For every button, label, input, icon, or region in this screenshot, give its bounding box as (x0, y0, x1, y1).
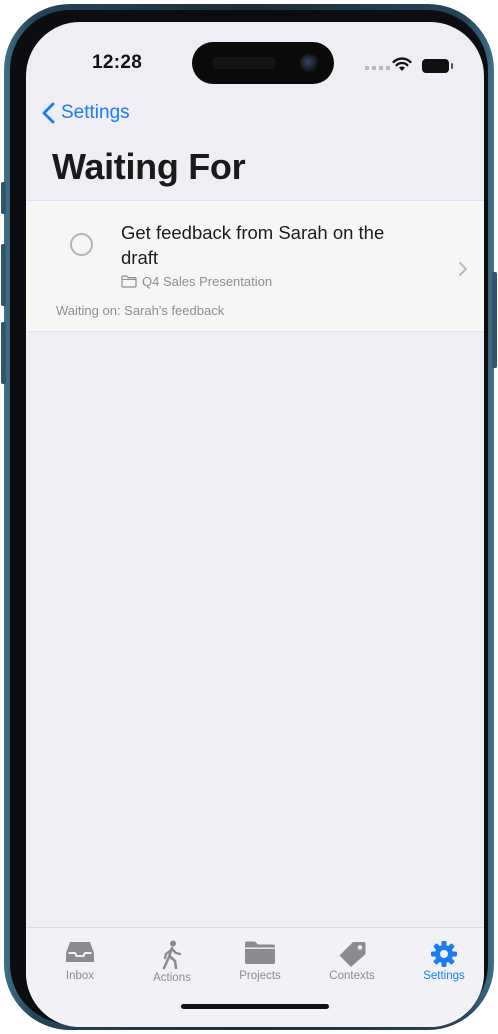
back-button[interactable]: Settings (42, 102, 130, 124)
dynamic-island (192, 42, 334, 84)
cellular-signal-icon (365, 66, 390, 70)
tab-inbox[interactable]: Inbox (40, 940, 120, 982)
task-row[interactable]: Get feedback from Sarah on the draft Q4 … (26, 200, 484, 332)
tab-bar: Inbox Actions Projects Contexts Settings (26, 927, 484, 1027)
tab-projects[interactable]: Projects (220, 940, 300, 982)
tab-settings[interactable]: Settings (404, 940, 484, 982)
chevron-right-icon (459, 262, 467, 276)
task-title: Get feedback from Sarah on the draft (121, 222, 385, 268)
task-project-label: Q4 Sales Presentation (142, 274, 273, 289)
inbox-tray-icon (66, 942, 94, 962)
phone-frame: 12:28 Settings Waiting For Get feedback … (1, 4, 497, 1030)
battery-icon (422, 59, 453, 73)
tab-inbox-label: Inbox (65, 970, 95, 982)
power-button (492, 272, 497, 368)
sensor-pill (212, 57, 276, 69)
status-time: 12:28 (92, 52, 143, 73)
task-project: Q4 Sales Presentation (121, 274, 272, 289)
volume-down-button (1, 322, 6, 384)
page-title: Waiting For (52, 146, 246, 187)
bezel: 12:28 Settings Waiting For Get feedback … (10, 10, 488, 1027)
home-indicator (181, 1004, 329, 1009)
tab-actions[interactable]: Actions (132, 940, 212, 984)
tag-icon (339, 942, 366, 967)
back-button-label: Settings (61, 102, 130, 123)
screen: 12:28 Settings Waiting For Get feedback … (26, 22, 484, 1027)
tab-contexts[interactable]: Contexts (312, 940, 392, 982)
waiting-on-text: Waiting on: Sarah's feedback (56, 303, 225, 318)
wifi-icon (392, 57, 412, 71)
task-complete-checkbox[interactable] (70, 233, 93, 256)
walking-person-icon (162, 940, 182, 970)
volume-up-button (1, 244, 6, 306)
action-button (1, 182, 6, 214)
chevron-left-icon (42, 102, 55, 124)
tab-settings-label: Settings (423, 970, 465, 982)
gear-icon (431, 941, 457, 967)
folder-icon (245, 941, 275, 964)
tab-actions-label: Actions (153, 972, 191, 984)
front-camera (300, 54, 318, 72)
tab-projects-label: Projects (239, 970, 281, 982)
folder-icon (121, 275, 137, 288)
tab-contexts-label: Contexts (329, 970, 375, 982)
